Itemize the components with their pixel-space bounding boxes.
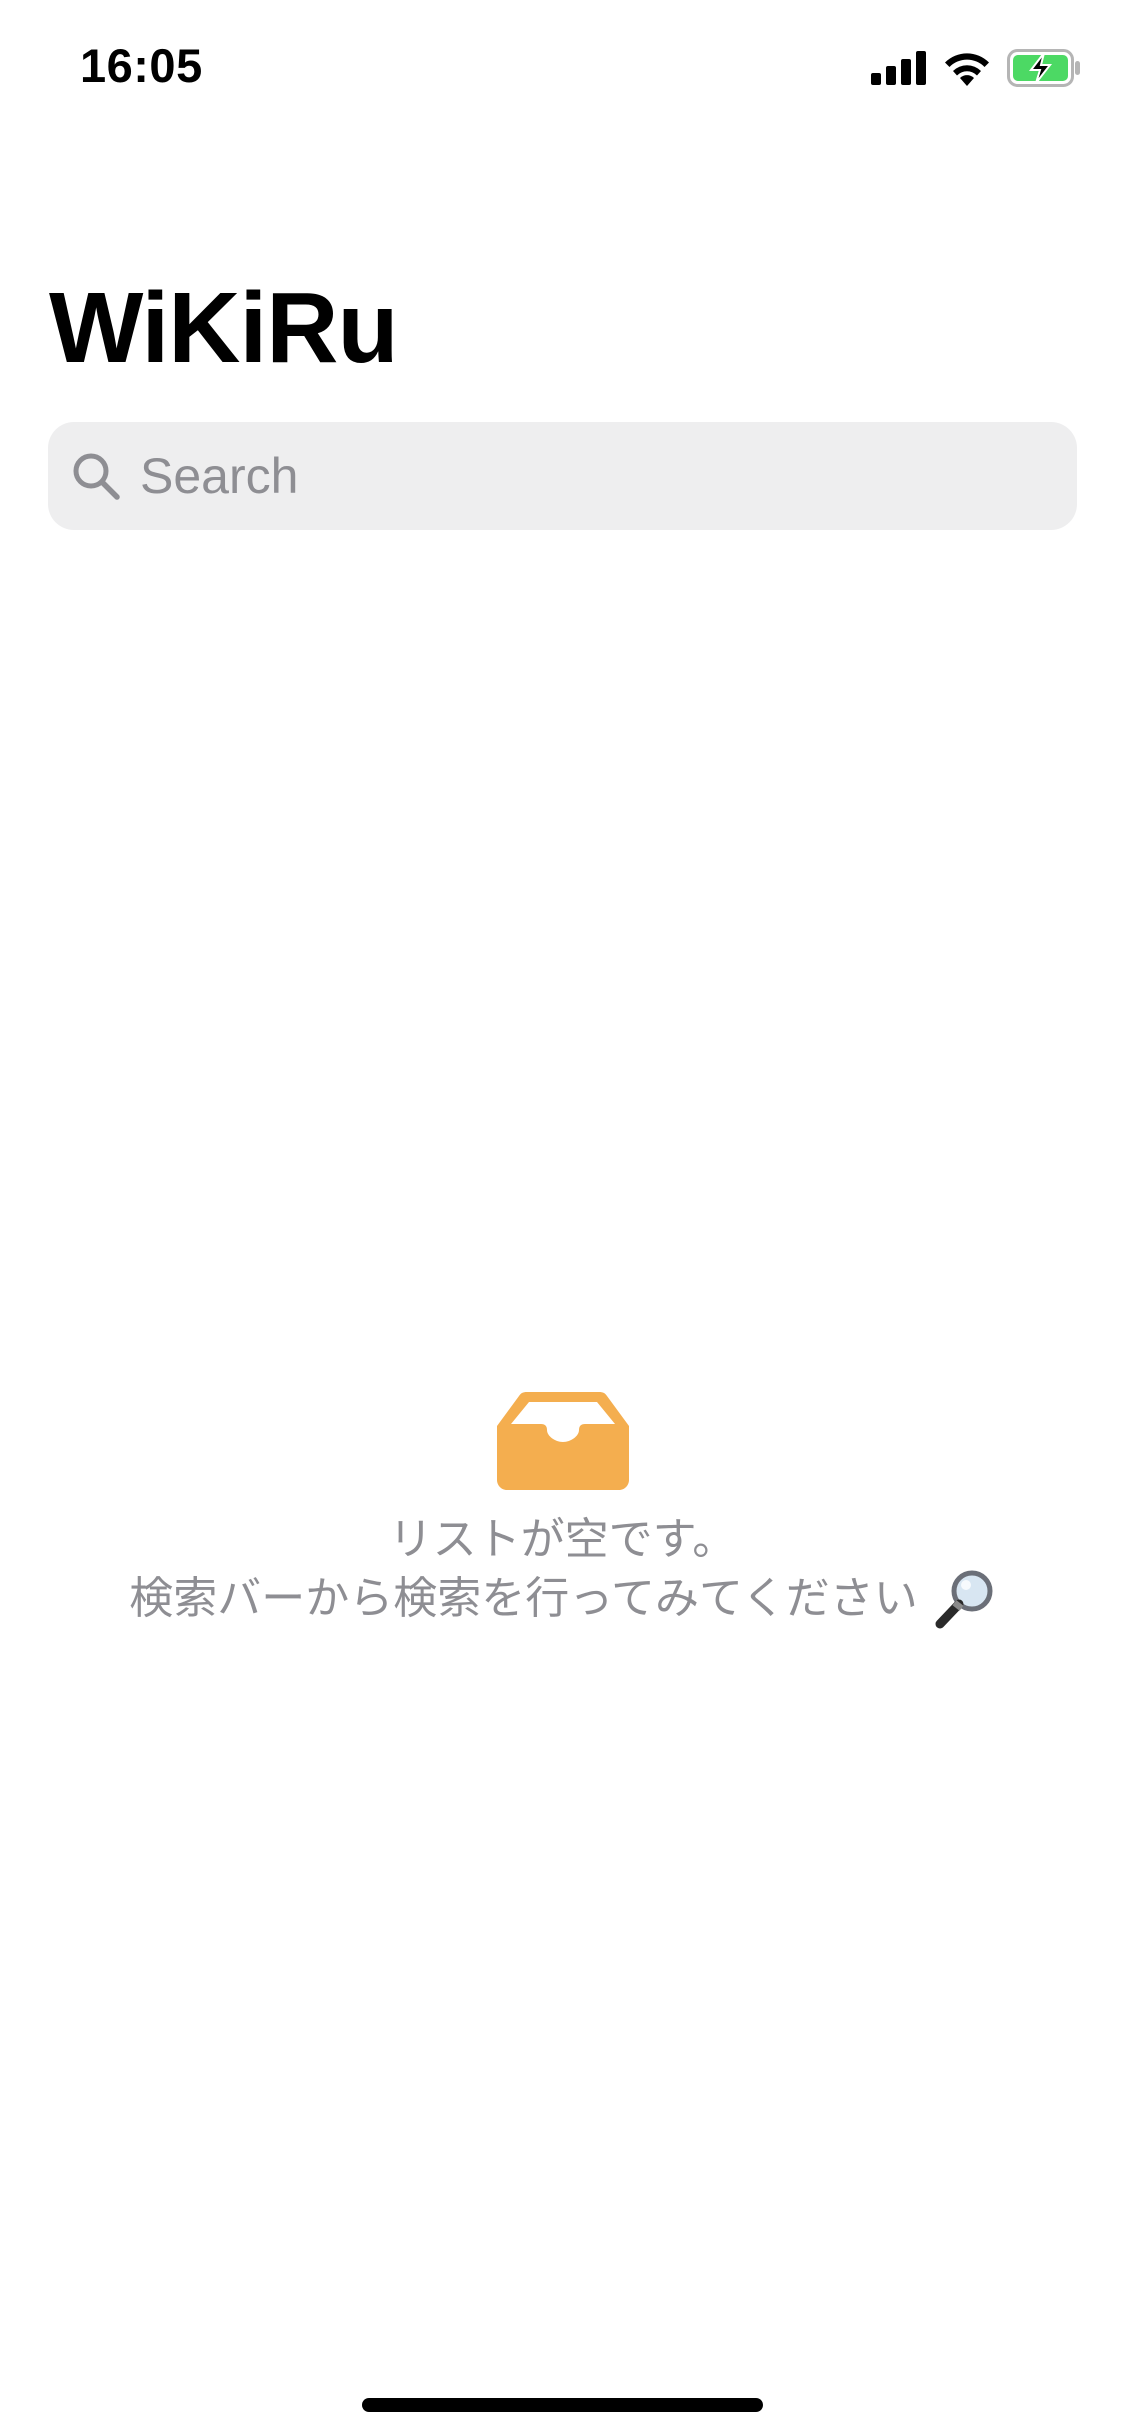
battery-charging-icon <box>1007 49 1080 87</box>
status-time: 16:05 <box>80 39 203 92</box>
status-icons <box>871 46 1083 90</box>
status-bar: 16:05 <box>0 0 1125 132</box>
empty-state: リストが空です。 検索バーから検索を行ってみてください <box>0 1390 1125 1630</box>
signal-icon <box>871 51 926 85</box>
magnifier-icon <box>935 1570 993 1629</box>
page-title: WiKiRu <box>49 272 399 384</box>
empty-message-line1: リストが空です。 <box>388 1514 737 1565</box>
wifi-icon <box>945 53 989 86</box>
search-bar[interactable] <box>48 422 1077 530</box>
tray-icon <box>496 1392 629 1490</box>
search-icon <box>73 453 120 500</box>
empty-message-line2-row: 検索バーから検索を行ってみてください <box>0 1568 1125 1630</box>
search-input[interactable] <box>138 440 1042 512</box>
home-indicator[interactable] <box>362 2398 763 2412</box>
empty-message-line2: 検索バーから検索を行ってみてください <box>129 1573 918 1624</box>
